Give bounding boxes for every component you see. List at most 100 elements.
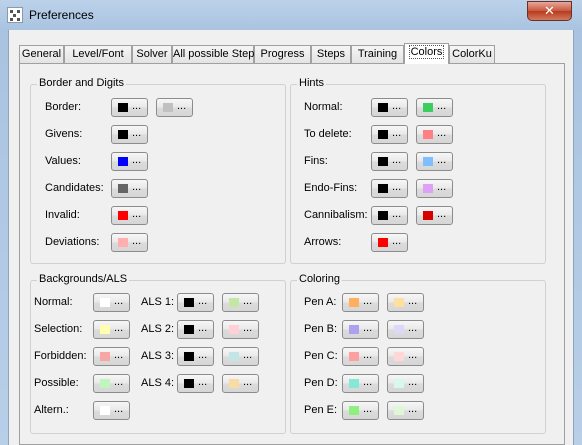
ellipsis-text: ... <box>114 376 124 388</box>
color-swatch <box>349 379 359 388</box>
color-button-bg-normal[interactable]: ... <box>93 293 130 312</box>
label-invalid: Invalid: <box>45 209 80 221</box>
color-button-pen-b-2[interactable]: ... <box>387 320 424 339</box>
label-hint-to-delete: To delete: <box>304 128 352 140</box>
color-button-border-1[interactable]: ... <box>111 98 148 117</box>
ellipsis-text: ... <box>437 181 447 193</box>
ellipsis-text: ... <box>243 322 253 334</box>
title-bar[interactable]: Preferences ✕ <box>0 0 582 30</box>
color-button-bg-selection[interactable]: ... <box>93 320 130 339</box>
color-button-pen-a-2[interactable]: ... <box>387 293 424 312</box>
window-title: Preferences <box>29 8 94 22</box>
color-button-deviations-1[interactable]: ... <box>111 233 148 252</box>
close-icon: ✕ <box>544 3 555 18</box>
color-button-pen-e-2[interactable]: ... <box>387 401 424 420</box>
tab-colors[interactable]: Colors <box>404 43 449 64</box>
tab-level-font[interactable]: Level/Font <box>64 45 132 63</box>
label-als-1: ALS 1: <box>141 296 175 308</box>
color-button-givens-1[interactable]: ... <box>111 125 148 144</box>
color-swatch <box>100 379 110 388</box>
color-button-pen-a-1[interactable]: ... <box>342 293 379 312</box>
label-pen-c: Pen C: <box>304 350 338 362</box>
color-button-als-4-2[interactable]: ... <box>222 374 259 393</box>
tab-solver[interactable]: Solver <box>132 45 172 63</box>
ellipsis-text: ... <box>243 376 253 388</box>
color-swatch <box>349 325 359 334</box>
tab-general[interactable]: General <box>19 45 64 63</box>
color-button-als-1-1[interactable]: ... <box>177 293 214 312</box>
color-button-bg-possible[interactable]: ... <box>93 374 130 393</box>
color-button-pen-b-1[interactable]: ... <box>342 320 379 339</box>
label-als-2: ALS 2: <box>141 323 175 335</box>
color-swatch <box>118 130 128 139</box>
color-button-hint-to-delete-1[interactable]: ... <box>371 125 408 144</box>
ellipsis-text: ... <box>392 127 402 139</box>
tab-steps[interactable]: Steps <box>311 45 351 63</box>
ellipsis-text: ... <box>132 208 142 220</box>
group-title-hints: Hints <box>297 77 327 89</box>
color-button-pen-c-2[interactable]: ... <box>387 347 424 366</box>
tab-colorku[interactable]: ColorKu <box>449 45 495 63</box>
color-button-bg-forbidden[interactable]: ... <box>93 347 130 366</box>
ellipsis-text: ... <box>408 376 418 388</box>
color-swatch <box>229 379 239 388</box>
label-hint-cannibalism: Cannibalism: <box>304 209 368 221</box>
color-button-invalid-1[interactable]: ... <box>111 206 148 225</box>
color-button-hint-fins-2[interactable]: ... <box>416 152 453 171</box>
label-border: Border: <box>45 101 82 113</box>
color-swatch <box>378 184 388 193</box>
color-button-hint-arrows-1[interactable]: ... <box>371 233 408 252</box>
tab-label: Level/Font <box>72 48 124 60</box>
tab-training[interactable]: Training <box>351 45 404 63</box>
label-hint-arrows: Arrows: <box>304 236 342 248</box>
color-button-bg-altern[interactable]: ... <box>93 401 130 420</box>
color-button-als-1-2[interactable]: ... <box>222 293 259 312</box>
color-button-values-1[interactable]: ... <box>111 152 148 171</box>
color-button-als-4-1[interactable]: ... <box>177 374 214 393</box>
color-swatch <box>184 379 194 388</box>
ellipsis-text: ... <box>408 349 418 361</box>
ellipsis-text: ... <box>198 322 208 334</box>
color-button-hint-to-delete-2[interactable]: ... <box>416 125 453 144</box>
label-pen-e: Pen E: <box>304 404 338 416</box>
label-bg-normal: Normal: <box>34 296 73 308</box>
color-button-als-2-2[interactable]: ... <box>222 320 259 339</box>
color-button-hint-endo-fins-2[interactable]: ... <box>416 179 453 198</box>
color-button-als-3-2[interactable]: ... <box>222 347 259 366</box>
ellipsis-text: ... <box>437 127 447 139</box>
preferences-window: Preferences ✕ General Level/Font Solver All… <box>0 0 582 445</box>
label-bg-altern: Altern.: <box>34 404 69 416</box>
color-button-candidates-1[interactable]: ... <box>111 179 148 198</box>
ellipsis-text: ... <box>408 295 418 307</box>
color-swatch <box>378 211 388 220</box>
color-button-als-3-1[interactable]: ... <box>177 347 214 366</box>
ellipsis-text: ... <box>114 322 124 334</box>
color-button-pen-d-2[interactable]: ... <box>387 374 424 393</box>
group-title-backgrounds: Backgrounds/ALS <box>37 273 130 285</box>
close-button[interactable]: ✕ <box>527 1 572 21</box>
color-button-pen-c-1[interactable]: ... <box>342 347 379 366</box>
ellipsis-text: ... <box>114 403 124 415</box>
ellipsis-text: ... <box>392 100 402 112</box>
label-pen-a: Pen A: <box>304 296 337 308</box>
color-button-hint-cannibalism-2[interactable]: ... <box>416 206 453 225</box>
color-swatch <box>184 298 194 307</box>
label-bg-forbidden: Forbidden: <box>34 350 87 362</box>
tab-label: Training <box>357 48 398 60</box>
color-button-pen-d-1[interactable]: ... <box>342 374 379 393</box>
color-button-als-2-1[interactable]: ... <box>177 320 214 339</box>
tab-label: General <box>21 48 62 60</box>
color-button-hint-endo-fins-1[interactable]: ... <box>371 179 408 198</box>
color-button-pen-e-1[interactable]: ... <box>342 401 379 420</box>
group-title-coloring: Coloring <box>297 273 342 285</box>
ellipsis-text: ... <box>132 127 142 139</box>
ellipsis-text: ... <box>363 376 373 388</box>
ellipsis-text: ... <box>392 154 402 166</box>
tab-progress[interactable]: Progress <box>254 45 311 63</box>
tab-all-possible-steps[interactable]: All possible Steps <box>172 45 260 63</box>
color-button-hint-fins-1[interactable]: ... <box>371 152 408 171</box>
color-button-border-2[interactable]: ... <box>156 98 193 117</box>
color-button-hint-cannibalism-1[interactable]: ... <box>371 206 408 225</box>
color-button-hint-normal-1[interactable]: ... <box>371 98 408 117</box>
color-button-hint-normal-2[interactable]: ... <box>416 98 453 117</box>
